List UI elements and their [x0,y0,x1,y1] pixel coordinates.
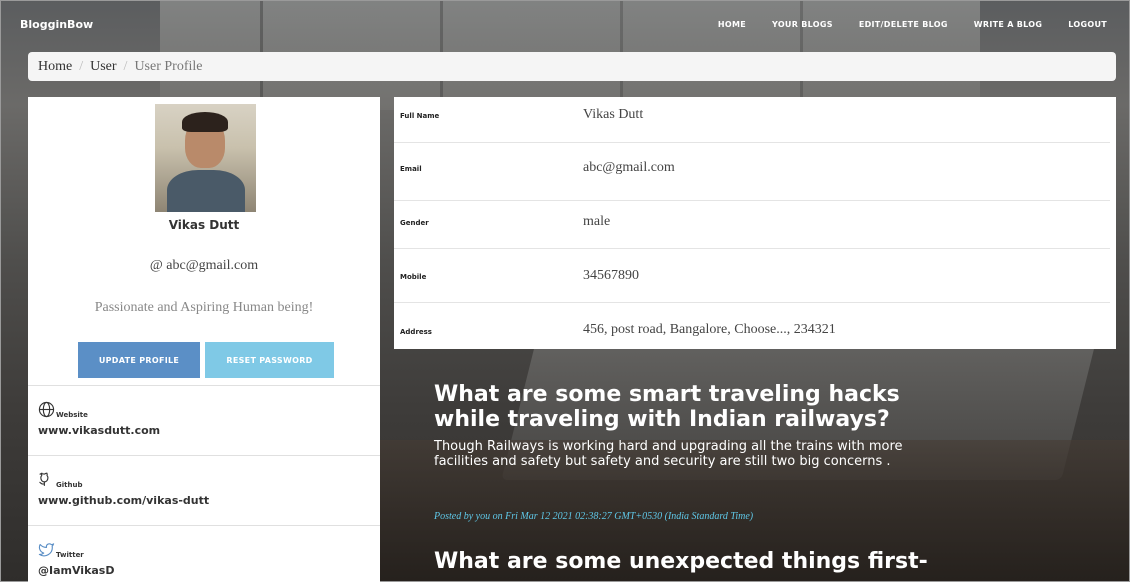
twitter-label: Twitter [56,551,84,559]
avatar-body [167,170,245,212]
breadcrumb-separator: / [79,58,84,74]
avatar-hair [182,112,228,132]
breadcrumb-home[interactable]: Home [38,59,72,75]
reset-password-button[interactable]: RESET PASSWORD [205,342,334,378]
info-row-address: Address 456, post road, Bangalore, Choos… [394,305,1116,357]
nav-your-blogs[interactable]: YOUR BLOGS [759,20,846,29]
update-profile-button[interactable]: UPDATE PROFILE [78,342,200,378]
twitter-icon [38,543,55,557]
website-value[interactable]: www.vikasdutt.com [38,424,370,437]
github-icon [39,472,49,486]
breadcrumb: Home / User / User Profile [28,52,1116,81]
info-row-mobile: Mobile 34567890 [394,253,1116,305]
social-website: Website www.vikasdutt.com [28,385,380,455]
social-twitter: Twitter @IamVikasD [28,525,380,582]
profile-bio: Passionate and Aspiring Human being! [94,300,314,315]
post-title[interactable]: What are some unexpected things first- [434,549,954,574]
post-meta: Posted by you on Fri Mar 12 2021 02:38:2… [434,511,754,522]
info-label: Email [400,165,422,173]
nav-logout[interactable]: LOGOUT [1055,20,1120,29]
info-value: 34567890 [583,268,639,283]
info-label: Mobile [400,273,427,281]
github-label: Github [56,481,83,489]
breadcrumb-current: User Profile [134,58,203,74]
brand-logo[interactable]: BlogginBow [20,18,93,31]
info-value: abc@gmail.com [583,160,675,175]
github-value[interactable]: www.github.com/vikas-dutt [38,494,370,507]
post-title[interactable]: What are some smart traveling hacks whil… [434,382,954,432]
row-divider [394,302,1110,303]
post-title-line: What are some unexpected things first- [434,549,928,574]
social-github: Github www.github.com/vikas-dutt [28,455,380,525]
row-divider [394,248,1110,249]
info-value: male [583,214,611,229]
user-info-table: Full Name Vikas Dutt Email abc@gmail.com… [394,97,1116,349]
nav-links: HOME YOUR BLOGS EDIT/DELETE BLOG WRITE A… [705,20,1120,29]
profile-card: Vikas Dutt @ abc@gmail.com Passionate an… [28,97,380,582]
breadcrumb-user[interactable]: User [90,59,116,75]
globe-icon [38,401,55,418]
info-row-full-name: Full Name Vikas Dutt [394,97,1116,149]
nav-home[interactable]: HOME [705,20,759,29]
twitter-value[interactable]: @IamVikasD [38,564,370,577]
info-label: Address [400,328,432,336]
post-title-line: What are some smart traveling hacks [434,382,900,407]
nav-write-a-blog[interactable]: WRITE A BLOG [961,20,1056,29]
info-row-email: Email abc@gmail.com [394,149,1116,201]
info-value: Vikas Dutt [583,107,644,122]
info-value: 456, post road, Bangalore, Choose..., 23… [583,322,836,337]
profile-email: @ abc@gmail.com [149,258,259,273]
info-label: Gender [400,219,429,227]
website-label: Website [56,411,88,419]
info-label: Full Name [400,112,440,120]
info-row-gender: Gender male [394,201,1116,253]
nav-edit-delete-blog[interactable]: EDIT/DELETE BLOG [846,20,961,29]
navbar: BlogginBow HOME YOUR BLOGS EDIT/DELETE B… [0,0,1130,48]
post-title-line: while traveling with Indian railways? [434,407,890,432]
post-excerpt: Though Railways is working hard and upgr… [434,439,903,469]
breadcrumb-separator: / [123,58,128,74]
profile-name: Vikas Dutt [168,218,240,232]
avatar [155,104,256,212]
row-divider [394,142,1110,143]
